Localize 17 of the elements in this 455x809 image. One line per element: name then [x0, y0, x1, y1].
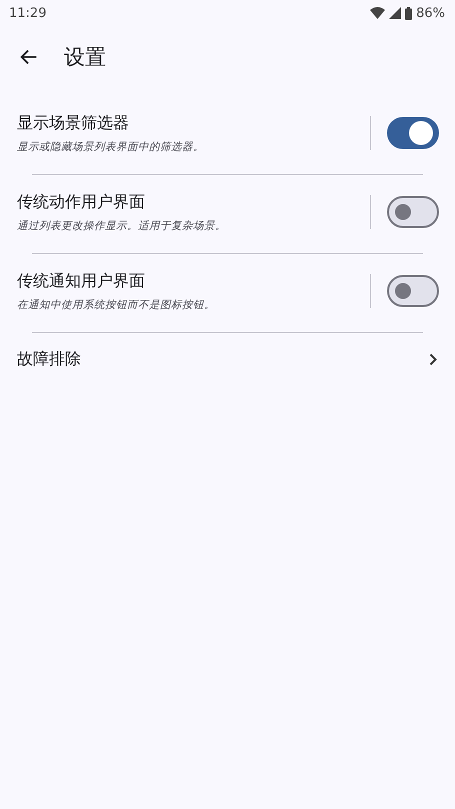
- troubleshooting-item[interactable]: 故障排除: [0, 333, 455, 386]
- setting-description: 显示或隐藏场景列表界面中的筛选器。: [17, 140, 205, 154]
- status-time: 11:29: [9, 6, 46, 20]
- chevron-right-icon: [429, 353, 437, 366]
- setting-description: 通过列表更改操作显示。适用于复杂场景。: [17, 218, 227, 232]
- page-title: 设置: [64, 44, 106, 71]
- setting-title: 传统通知用户界面: [17, 270, 146, 292]
- wifi-icon: [370, 7, 386, 19]
- setting-title: 传统动作用户界面: [17, 192, 146, 212]
- toggle-switch[interactable]: [387, 275, 439, 307]
- toggle-switch[interactable]: [387, 117, 439, 149]
- toggle-switch[interactable]: [387, 196, 439, 228]
- setting-title: 显示场景筛选器: [17, 112, 130, 134]
- setting-description: 在通知中使用系统按钮而不是图标按钮。: [17, 298, 216, 312]
- signal-icon: [389, 7, 402, 19]
- battery-percent: 86%: [416, 6, 445, 20]
- battery-icon: [405, 6, 412, 20]
